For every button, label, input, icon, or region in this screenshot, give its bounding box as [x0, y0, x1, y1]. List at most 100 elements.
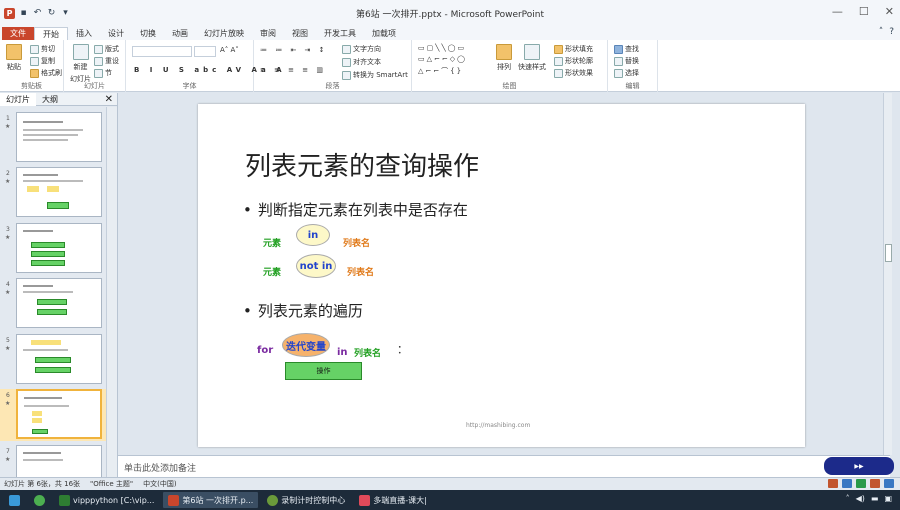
notes-pane[interactable]: 单击此处添加备注: [118, 455, 890, 477]
clipboard-group-label: 剪贴板: [21, 82, 42, 90]
zoom-icon[interactable]: [884, 479, 894, 488]
align-text-button[interactable]: 对齐文本: [342, 57, 381, 67]
paste-button[interactable]: 粘贴: [6, 44, 22, 72]
shapes-gallery-row2[interactable]: ▭△⌐⌐◇◯: [418, 55, 467, 63]
powerpoint-icon: [168, 494, 180, 506]
tab-developer[interactable]: 开发工具: [316, 27, 364, 40]
convert-smartart-button[interactable]: 转换为 SmartArt: [342, 70, 408, 80]
save-icon[interactable]: ▪: [18, 8, 29, 19]
slide-thumbnail[interactable]: 3 ★: [0, 223, 106, 275]
thumbnail-scrollbar[interactable]: [106, 107, 117, 481]
footer-url: http://mashibing.com: [466, 422, 531, 429]
shape-fill-button[interactable]: 形状填充: [554, 44, 593, 54]
taskbar-item-live[interactable]: 多端直播-课大|: [354, 492, 432, 508]
tray-chevron-icon[interactable]: ˄: [846, 494, 850, 503]
shape-outline-button[interactable]: 形状轮廓: [554, 56, 593, 66]
taskbar-item-recorder[interactable]: 录制计时控制中心: [262, 492, 350, 508]
scrollbar-thumb[interactable]: [885, 244, 892, 262]
maximize-icon[interactable]: ☐: [859, 5, 869, 18]
iteration-variable-cloud[interactable]: 迭代变量: [282, 333, 330, 357]
redo-icon[interactable]: ↻: [46, 8, 57, 19]
tab-slides[interactable]: 幻灯片: [0, 92, 36, 106]
section-button[interactable]: 节: [94, 68, 112, 78]
close-pane-icon[interactable]: ✕: [105, 94, 113, 105]
customize-qat-icon[interactable]: ▾: [60, 8, 71, 19]
minimize-icon[interactable]: —: [832, 5, 843, 18]
pycharm-icon: [59, 494, 70, 506]
tab-outline[interactable]: 大纲: [36, 93, 64, 106]
bullet-iteration[interactable]: 列表元素的遍历: [243, 300, 363, 321]
arrange-button[interactable]: 排列: [496, 44, 512, 72]
new-slide-button[interactable]: 新建 幻灯片: [70, 44, 91, 84]
sorter-view-icon[interactable]: [842, 479, 852, 488]
list-buttons[interactable]: ≔ ≔ ⇤ ⇥ ↕: [260, 46, 328, 54]
in-cloud-shape[interactable]: in: [296, 224, 330, 246]
slide-thumbnail[interactable]: 4 ★: [0, 278, 106, 330]
find-button[interactable]: 查找: [614, 44, 639, 54]
font-name-select[interactable]: [132, 46, 192, 57]
recorder-icon: [267, 494, 279, 506]
quick-styles-button[interactable]: 快速样式: [518, 44, 546, 72]
animation-star-icon: ★: [5, 456, 11, 463]
text-direction-button[interactable]: 文字方向: [342, 44, 381, 54]
notification-icon[interactable]: ▣: [884, 494, 892, 503]
tab-review[interactable]: 审阅: [252, 27, 284, 40]
cut-button[interactable]: 剪切: [30, 44, 55, 54]
reading-view-icon[interactable]: [856, 479, 866, 488]
taskbar-item-pycharm[interactable]: vipppython [C:\vip...: [54, 492, 159, 508]
slide-title[interactable]: 列表元素的查询操作: [245, 146, 479, 183]
browser-button[interactable]: [29, 492, 50, 508]
window-controls: — ☐ ✕: [832, 5, 894, 18]
shapes-gallery-row3[interactable]: △⌐⌐⌒{}: [418, 66, 463, 76]
paste-icon: [6, 44, 22, 60]
language-status[interactable]: 中文(中国): [143, 479, 176, 489]
slide-counter: 幻灯片 第 6张，共 16张: [4, 480, 81, 488]
select-button[interactable]: 选择: [614, 68, 639, 78]
slide-thumbnail-selected[interactable]: 6 ★: [0, 389, 106, 441]
reset-button[interactable]: 重设: [94, 56, 119, 66]
taskbar-item-powerpoint[interactable]: 第6站 一次排开.p...: [163, 492, 259, 508]
network-icon[interactable]: ▬: [871, 494, 879, 503]
animation-star-icon: ★: [5, 178, 11, 185]
slide-thumbnail[interactable]: 5 ★: [0, 334, 106, 386]
view-buttons: [828, 479, 894, 488]
replace-button[interactable]: 替换: [614, 56, 639, 66]
volume-icon[interactable]: ◀): [856, 494, 865, 503]
shapes-gallery[interactable]: ▭▢╲╲◯▭: [418, 44, 466, 52]
not-in-cloud-shape[interactable]: not in: [296, 254, 336, 278]
paragraph-group-label: 段落: [325, 82, 340, 90]
slideshow-view-icon[interactable]: [870, 479, 880, 488]
tab-file[interactable]: 文件: [2, 27, 34, 40]
editor-scrollbar[interactable]: [883, 93, 892, 455]
shape-effects-button[interactable]: 形状效果: [554, 68, 593, 78]
layout-button[interactable]: 版式: [94, 44, 119, 54]
grow-font-button[interactable]: A˄ A˅: [220, 46, 239, 54]
slide-editor: 列表元素的查询操作 判断指定元素在列表中是否存在 元素 in 列表名 元素 no…: [118, 93, 892, 455]
animation-star-icon: ★: [5, 289, 11, 296]
bullet-membership[interactable]: 判断指定元素在列表中是否存在: [243, 199, 468, 220]
format-painter-button[interactable]: 格式刷: [30, 68, 62, 78]
collapse-ribbon-icon[interactable]: ˄: [879, 27, 884, 37]
copy-button[interactable]: 复制: [30, 56, 55, 66]
tab-home[interactable]: 开始: [34, 27, 68, 40]
tab-slideshow[interactable]: 幻灯片放映: [196, 27, 252, 40]
thumbnail-image: [16, 167, 102, 217]
tab-transitions[interactable]: 切换: [132, 27, 164, 40]
tab-addins[interactable]: 加载项: [364, 27, 404, 40]
tab-view[interactable]: 视图: [284, 27, 316, 40]
slide-thumbnail[interactable]: 2 ★: [0, 167, 106, 219]
help-icon[interactable]: ?: [889, 27, 894, 37]
tab-design[interactable]: 设计: [100, 27, 132, 40]
font-size-select[interactable]: [194, 46, 216, 57]
tab-animations[interactable]: 动画: [164, 27, 196, 40]
normal-view-icon[interactable]: [828, 479, 838, 488]
operation-box[interactable]: 操作: [285, 362, 362, 380]
current-slide[interactable]: 列表元素的查询操作 判断指定元素在列表中是否存在 元素 in 列表名 元素 no…: [198, 104, 805, 447]
animation-star-icon: ★: [5, 400, 11, 407]
start-button[interactable]: [4, 492, 25, 508]
slide-thumbnail[interactable]: 1 ★: [0, 112, 106, 164]
undo-icon[interactable]: ↶: [32, 8, 43, 19]
close-icon[interactable]: ✕: [885, 5, 894, 18]
tab-insert[interactable]: 插入: [68, 27, 100, 40]
align-buttons[interactable]: ≡ ≡ ≡ ≡ ▥: [260, 66, 326, 74]
